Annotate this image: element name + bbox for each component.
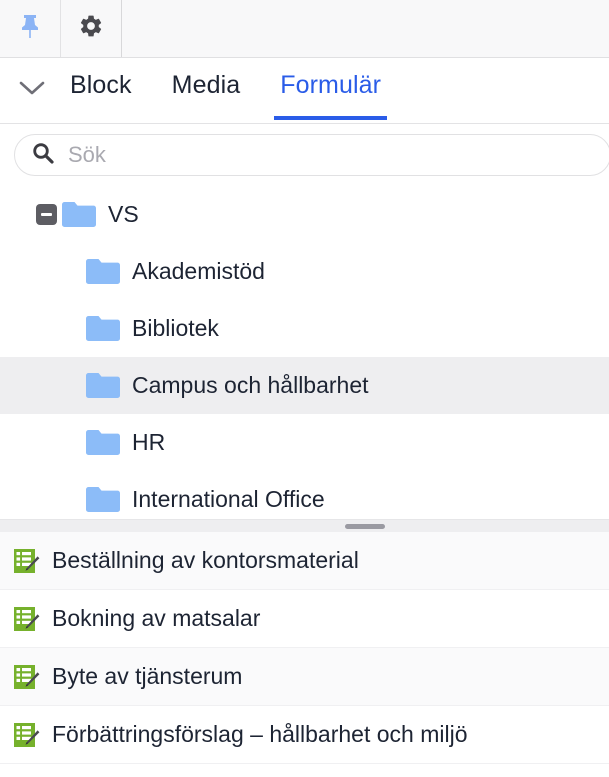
search-input[interactable] [68, 142, 609, 168]
tree-label: Akademistöd [132, 258, 265, 284]
tree-row-hr[interactable]: HR [0, 414, 609, 471]
horizontal-scrollbar[interactable] [0, 519, 609, 532]
list-item[interactable]: Beställning av kontorsmaterial [0, 532, 609, 590]
search-box[interactable] [14, 134, 609, 176]
folder-icon [86, 258, 120, 285]
form-edit-icon [12, 721, 40, 749]
folder-icon [86, 486, 120, 513]
scrollbar-thumb[interactable] [345, 524, 385, 529]
tree-row-international-office[interactable]: International Office [0, 471, 609, 519]
folder-icon [86, 372, 120, 399]
tree-row-root[interactable]: VS [0, 186, 609, 243]
toolbar-spacer [122, 0, 609, 57]
collapse-panel-button[interactable] [12, 71, 52, 111]
pin-button[interactable] [0, 0, 61, 57]
form-edit-icon [12, 605, 40, 633]
folder-icon [86, 315, 120, 342]
list-item[interactable]: Byte av tjänsterum [0, 648, 609, 706]
tree-row-akademistod[interactable]: Akademistöd [0, 243, 609, 300]
search-bar [0, 124, 609, 186]
tree-row-campus-och-hallbarhet[interactable]: Campus och hållbarhet [0, 357, 609, 414]
form-edit-icon [12, 547, 40, 575]
tab-block[interactable]: Block [66, 73, 136, 108]
tree-label: VS [108, 201, 139, 227]
chevron-down-icon [19, 80, 45, 101]
folder-icon [62, 201, 96, 228]
list-item[interactable]: Bokning av matsalar [0, 590, 609, 648]
tree-label: HR [132, 429, 166, 455]
tab-bar: Block Media Formulär [0, 58, 609, 124]
gear-icon [78, 13, 104, 44]
settings-button[interactable] [61, 0, 122, 57]
tree-label: Campus och hållbarhet [132, 372, 369, 398]
tab-media[interactable]: Media [168, 73, 245, 108]
tree-label: International Office [132, 486, 325, 512]
form-picker-panel: Block Media Formulär VS [0, 0, 609, 777]
search-icon [31, 141, 55, 170]
folder-tree: VS Akademistöd Bibliotek Campus och håll… [0, 186, 609, 519]
form-edit-icon [12, 663, 40, 691]
tree-label: Bibliotek [132, 315, 219, 341]
tab-formular[interactable]: Formulär [274, 73, 387, 120]
form-label: Beställning av kontorsmaterial [52, 547, 359, 573]
form-label: Byte av tjänsterum [52, 663, 243, 689]
toolbar [0, 0, 609, 58]
minus-icon[interactable] [36, 204, 57, 225]
form-label: Bokning av matsalar [52, 605, 261, 631]
folder-icon [86, 429, 120, 456]
tree-row-bibliotek[interactable]: Bibliotek [0, 300, 609, 357]
list-item[interactable]: Förbättringsförslag – hållbarhet och mil… [0, 706, 609, 764]
form-list: Beställning av kontorsmaterial Bokning a… [0, 532, 609, 777]
pin-icon [18, 13, 42, 45]
form-label: Förbättringsförslag – hållbarhet och mil… [52, 721, 468, 747]
